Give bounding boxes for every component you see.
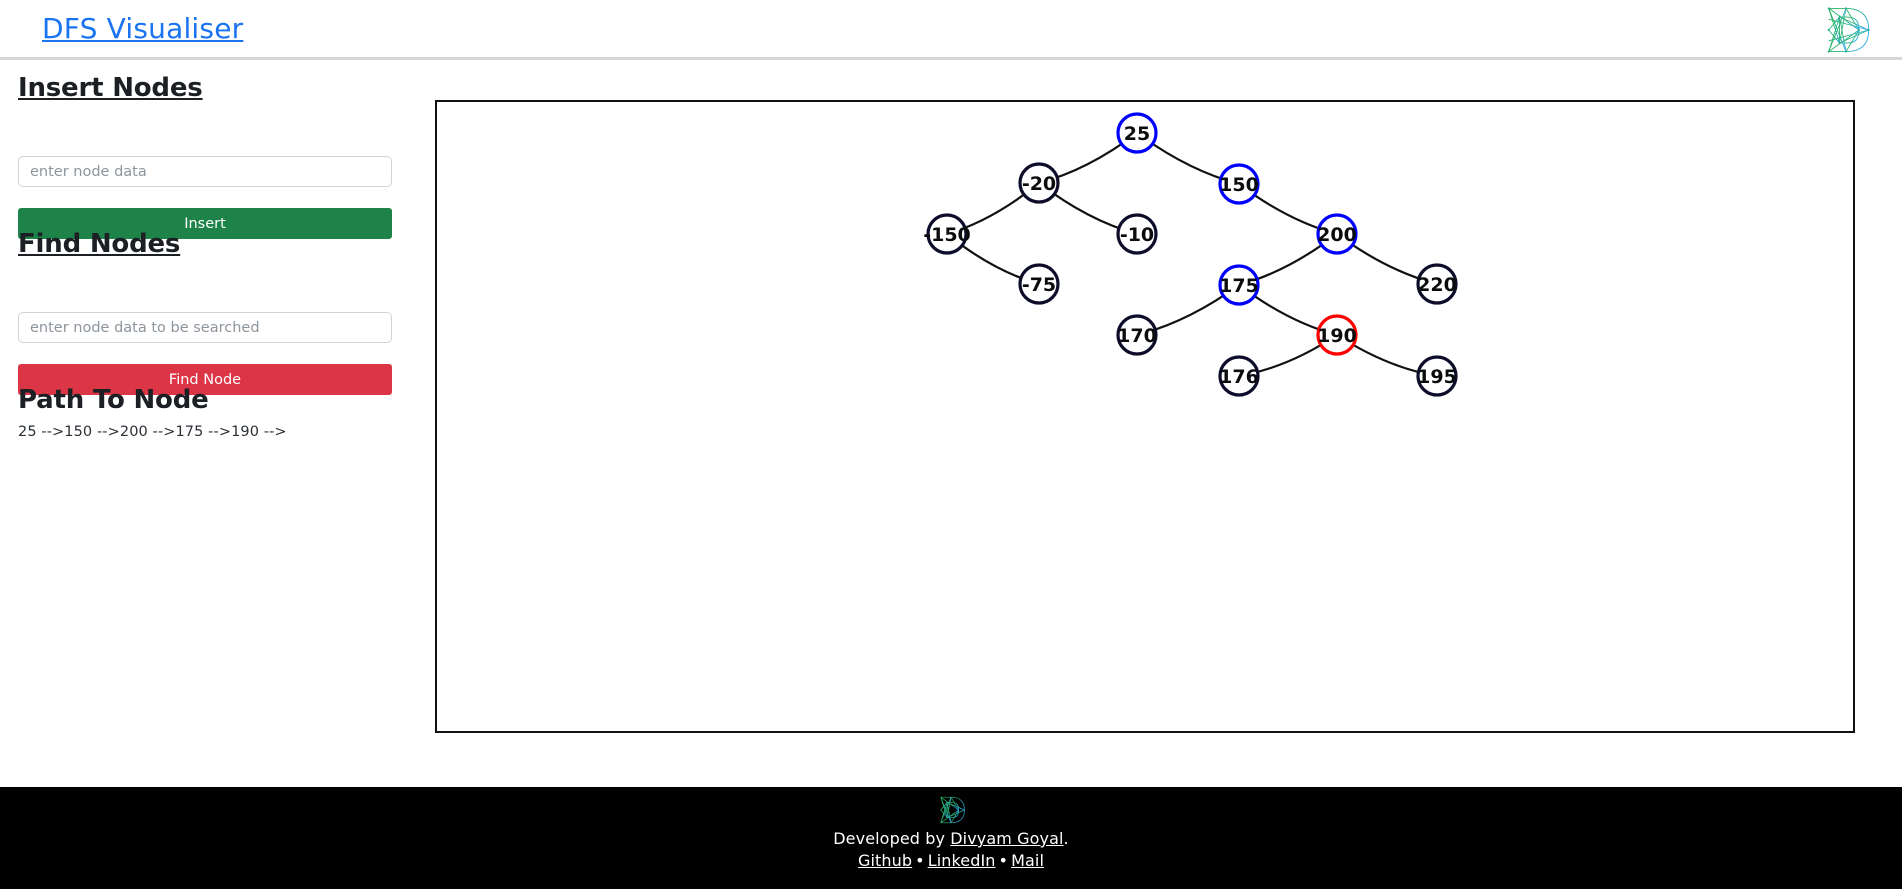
tree-node-label: 170 <box>1117 325 1157 347</box>
tree-canvas: 25 -20 150 -150 -10 200 -75 175 220 170 190 176 195 <box>435 100 1855 733</box>
page-footer: Developed by Divyam Goyal. Github • Linked… <box>0 787 1902 889</box>
path-to-node-value: 25 -->150 -->200 -->175 -->190 --> <box>18 424 287 440</box>
find-node-input[interactable] <box>18 312 392 343</box>
developed-by-suffix: . <box>1063 829 1069 848</box>
tree-node[interactable]: -75 <box>1018 263 1060 305</box>
footer-credit-line: Developed by Divyam Goyal. <box>833 829 1068 848</box>
tree-node[interactable]: 200 <box>1316 213 1358 255</box>
mail-link[interactable]: Mail <box>1011 851 1044 870</box>
tree-node[interactable]: 150 <box>1218 163 1260 205</box>
tree-node-label: 200 <box>1317 224 1357 246</box>
tree-node-label: -75 <box>1022 274 1056 296</box>
developed-by-prefix: Developed by <box>833 829 951 848</box>
tree-node[interactable]: 220 <box>1416 263 1458 305</box>
insert-nodes-heading: Insert Nodes <box>18 73 203 103</box>
tree-node-label: 195 <box>1417 366 1457 388</box>
tree-node[interactable]: 170 <box>1116 314 1158 356</box>
tree-node[interactable]: 175 <box>1218 264 1260 306</box>
link-separator-1: • <box>915 851 925 870</box>
tree-node[interactable]: 25 <box>1116 112 1158 154</box>
tree-node-label: -20 <box>1022 173 1056 195</box>
top-navbar: DFS Visualiser <box>0 0 1902 60</box>
tree-node[interactable]: -20 <box>1018 162 1060 204</box>
tree-node[interactable]: 190 <box>1316 314 1358 356</box>
tree-node-label: 190 <box>1317 325 1357 347</box>
app-root: DFS Visualiser Insert Nodes enter node d… <box>0 0 1902 889</box>
brand-title-link[interactable]: DFS Visualiser <box>42 14 243 43</box>
tree-node-label: -10 <box>1120 224 1154 246</box>
footer-links-line: Github • LinkedIn • Mail <box>858 851 1044 870</box>
mesh-d-logo-icon <box>1818 3 1874 57</box>
tree-node-label: 150 <box>1219 174 1259 196</box>
tree-node[interactable]: 176 <box>1218 355 1260 397</box>
path-to-node-heading: Path To Node <box>18 385 209 415</box>
tree-node[interactable]: -10 <box>1116 213 1158 255</box>
author-link[interactable]: Divyam Goyal <box>950 829 1063 848</box>
github-link[interactable]: Github <box>858 851 912 870</box>
tree-node-label: -150 <box>923 224 971 246</box>
insert-node-input[interactable] <box>18 156 392 187</box>
tree-node-label: 175 <box>1219 275 1259 297</box>
tree-node-label: 176 <box>1219 366 1259 388</box>
tree-graph: 25 -20 150 -150 -10 200 -75 175 220 170 190 176 195 <box>923 112 1458 397</box>
find-nodes-heading: Find Nodes <box>18 229 181 259</box>
tree-node[interactable]: 195 <box>1416 355 1458 397</box>
tree-node-label: 25 <box>1124 123 1150 145</box>
linkedin-link[interactable]: LinkedIn <box>928 851 996 870</box>
link-separator-2: • <box>998 851 1009 870</box>
tree-node-label: 220 <box>1417 274 1457 296</box>
mesh-d-logo-icon <box>935 794 967 826</box>
